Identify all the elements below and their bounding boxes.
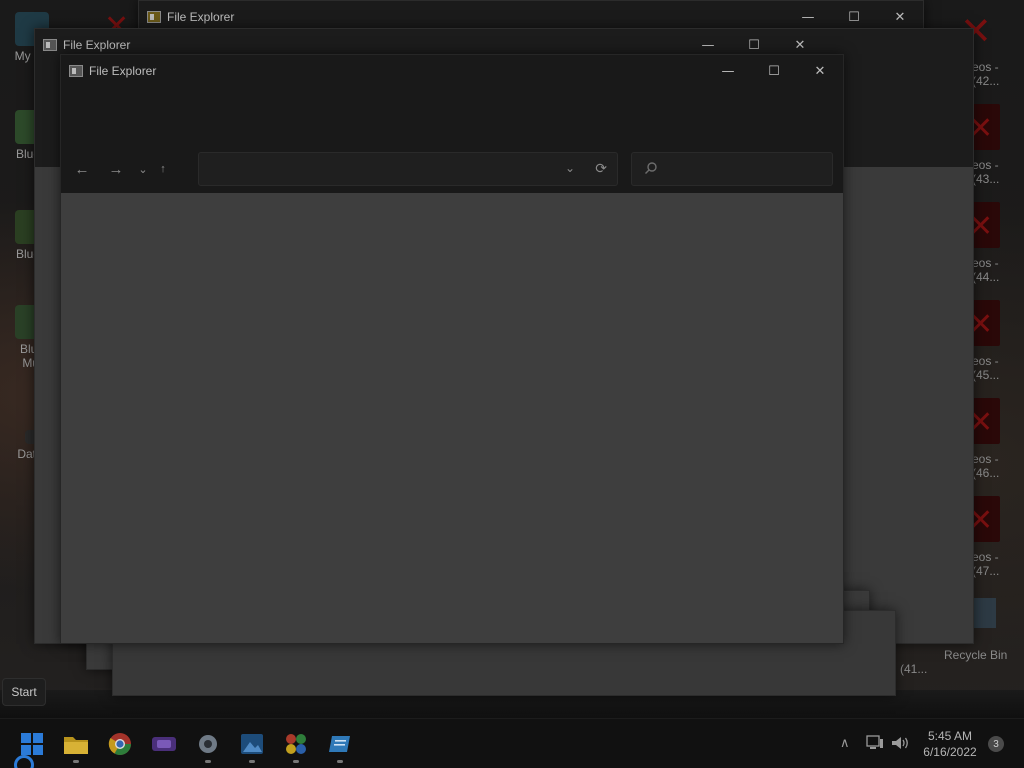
chevron-down-icon[interactable]: ⌄ bbox=[565, 161, 575, 175]
taskbar-photos[interactable] bbox=[238, 730, 266, 763]
window-title: File Explorer bbox=[167, 10, 235, 24]
system-clock[interactable]: 5:45 AM 6/16/2022 bbox=[918, 728, 982, 760]
start-button[interactable] bbox=[18, 730, 46, 758]
start-tooltip: Start bbox=[2, 678, 46, 706]
desktop-file-label: eos - (42... bbox=[972, 60, 1000, 88]
forward-button[interactable]: → bbox=[99, 154, 133, 184]
back-button[interactable]: ← bbox=[65, 154, 99, 184]
search-icon bbox=[645, 162, 657, 174]
search-input[interactable] bbox=[664, 159, 824, 179]
minimize-button[interactable]: — bbox=[705, 55, 751, 87]
recycle-bin-icon[interactable] bbox=[974, 598, 996, 628]
running-indicator bbox=[337, 760, 343, 763]
windows-logo-icon bbox=[21, 733, 43, 755]
file-list-area[interactable] bbox=[61, 193, 843, 643]
notepad-icon bbox=[329, 736, 350, 752]
volume-icon[interactable] bbox=[890, 735, 910, 751]
clock-date: 6/16/2022 bbox=[923, 745, 977, 759]
taskbar: ∧ 5:45 AM 6/16/2022 bbox=[0, 718, 1024, 768]
running-indicator bbox=[205, 760, 211, 763]
notification-center-badge[interactable]: 3 bbox=[988, 736, 1004, 752]
folder-icon bbox=[147, 11, 161, 23]
running-indicator bbox=[73, 760, 79, 763]
file-explorer-window[interactable]: File Explorer — ☐ ✕ ← → ⌄ ↑ ⌄ ⟳ bbox=[60, 54, 844, 644]
window-title: File Explorer bbox=[89, 64, 157, 78]
address-bar[interactable]: ⌄ ⟳ bbox=[198, 152, 618, 186]
file-explorer-icon bbox=[43, 39, 57, 51]
close-button[interactable]: ✕ bbox=[797, 55, 843, 87]
desktop-file-label: (41... bbox=[900, 662, 928, 676]
window-title: File Explorer bbox=[63, 38, 131, 52]
taskbar-settings[interactable] bbox=[194, 730, 222, 763]
refresh-icon[interactable]: ⟳ bbox=[595, 160, 607, 177]
desktop-file-label: eos - (43... bbox=[972, 158, 1000, 186]
desktop-file-label: eos - (46... bbox=[972, 452, 1000, 480]
clock-time: 5:45 AM bbox=[927, 729, 973, 743]
show-hidden-icons-chevron[interactable]: ∧ bbox=[840, 735, 850, 751]
desktop-file-label: eos - (44... bbox=[972, 256, 1000, 284]
taskbar-media-player[interactable] bbox=[150, 730, 178, 758]
media-player-icon bbox=[152, 737, 176, 751]
search-box[interactable] bbox=[631, 152, 833, 186]
search-circle-icon[interactable] bbox=[14, 755, 34, 768]
taskbar-chrome[interactable] bbox=[106, 730, 134, 758]
taskbar-paint[interactable] bbox=[282, 730, 310, 763]
desktop-file-label: eos - (47... bbox=[972, 550, 1000, 578]
file-explorer-icon bbox=[69, 65, 83, 77]
photos-icon bbox=[241, 734, 263, 754]
recycle-bin-label: Recycle Bin bbox=[944, 648, 1008, 662]
paint-palette-icon bbox=[286, 734, 306, 754]
recent-locations-button[interactable]: ⌄ bbox=[133, 154, 153, 184]
navigation-toolbar: ← → ⌄ ↑ ⌄ ⟳ bbox=[61, 147, 843, 191]
folder-icon bbox=[64, 737, 88, 754]
taskbar-file-explorer[interactable] bbox=[62, 730, 90, 763]
desktop-file-label: eos - (45... bbox=[972, 354, 1000, 382]
maximize-button[interactable]: ☐ bbox=[751, 55, 797, 87]
taskbar-notepad[interactable] bbox=[326, 730, 354, 763]
chrome-icon bbox=[108, 733, 131, 755]
running-indicator bbox=[249, 760, 255, 763]
up-button[interactable]: ↑ bbox=[153, 154, 173, 184]
running-indicator bbox=[293, 760, 299, 763]
settings-gear-icon bbox=[199, 735, 217, 753]
network-icon[interactable] bbox=[866, 735, 884, 751]
